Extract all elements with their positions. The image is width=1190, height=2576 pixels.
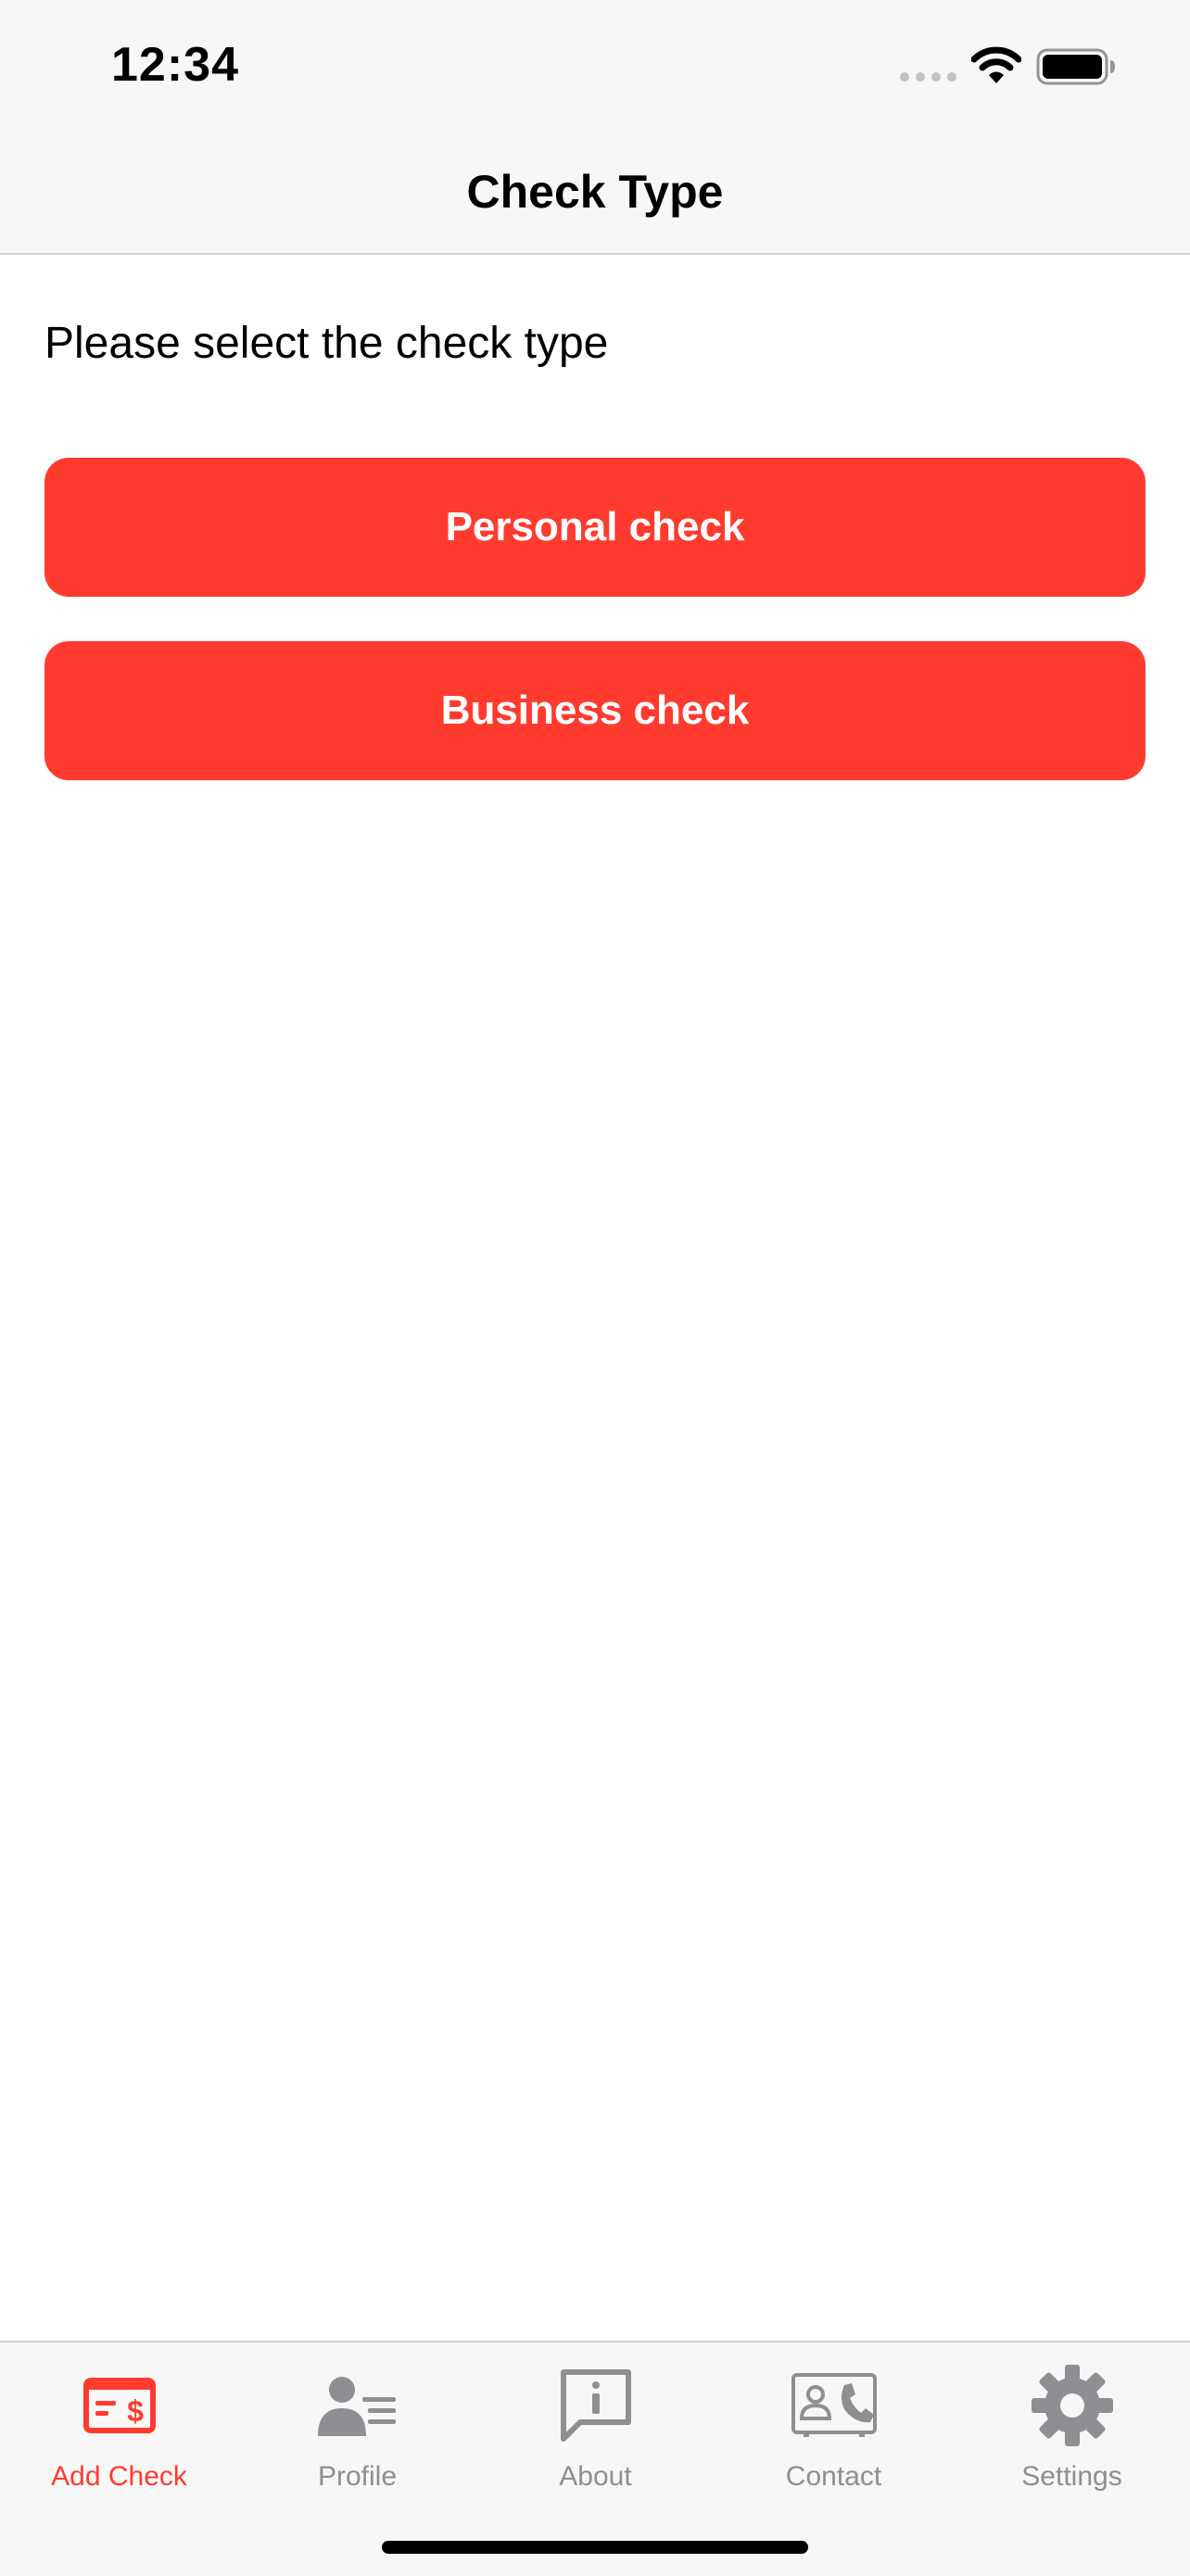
status-bar: 12:34 — [0, 0, 1190, 139]
home-indicator[interactable] — [382, 2541, 808, 2554]
tab-label: Add Check — [51, 2461, 187, 2492]
tab-label: Settings — [1021, 2461, 1122, 2492]
profile-card-icon — [311, 2361, 404, 2450]
personal-check-button[interactable]: Personal check — [44, 458, 1146, 597]
check-type-prompt: Please select the check type — [44, 319, 609, 368]
tab-bar: $ Add Check Profile About Contact Settin… — [0, 2341, 1190, 2576]
tab-contact[interactable]: Contact — [715, 2361, 953, 2500]
tab-label: Profile — [317, 2461, 398, 2492]
check-dollar-icon: $ — [73, 2361, 166, 2450]
tab-about[interactable]: About — [476, 2361, 715, 2500]
contact-card-icon — [788, 2361, 880, 2450]
tab-add-check[interactable]: $ Add Check — [0, 2361, 238, 2500]
tab-label: Contact — [785, 2461, 882, 2492]
business-check-button[interactable]: Business check — [44, 641, 1146, 780]
svg-text:$: $ — [127, 2394, 144, 2428]
info-bubble-icon — [550, 2361, 642, 2450]
tab-settings[interactable]: Settings — [953, 2361, 1190, 2500]
cellular-signal-icon — [900, 72, 956, 82]
battery-icon — [1036, 48, 1115, 85]
gear-icon — [1026, 2361, 1119, 2450]
tab-label: About — [559, 2461, 632, 2492]
navigation-bar: Check Type — [0, 139, 1190, 255]
tab-profile[interactable]: Profile — [238, 2361, 476, 2500]
status-time: 12:34 — [111, 38, 239, 92]
page-title: Check Type — [466, 166, 724, 218]
wifi-icon — [971, 46, 1021, 83]
